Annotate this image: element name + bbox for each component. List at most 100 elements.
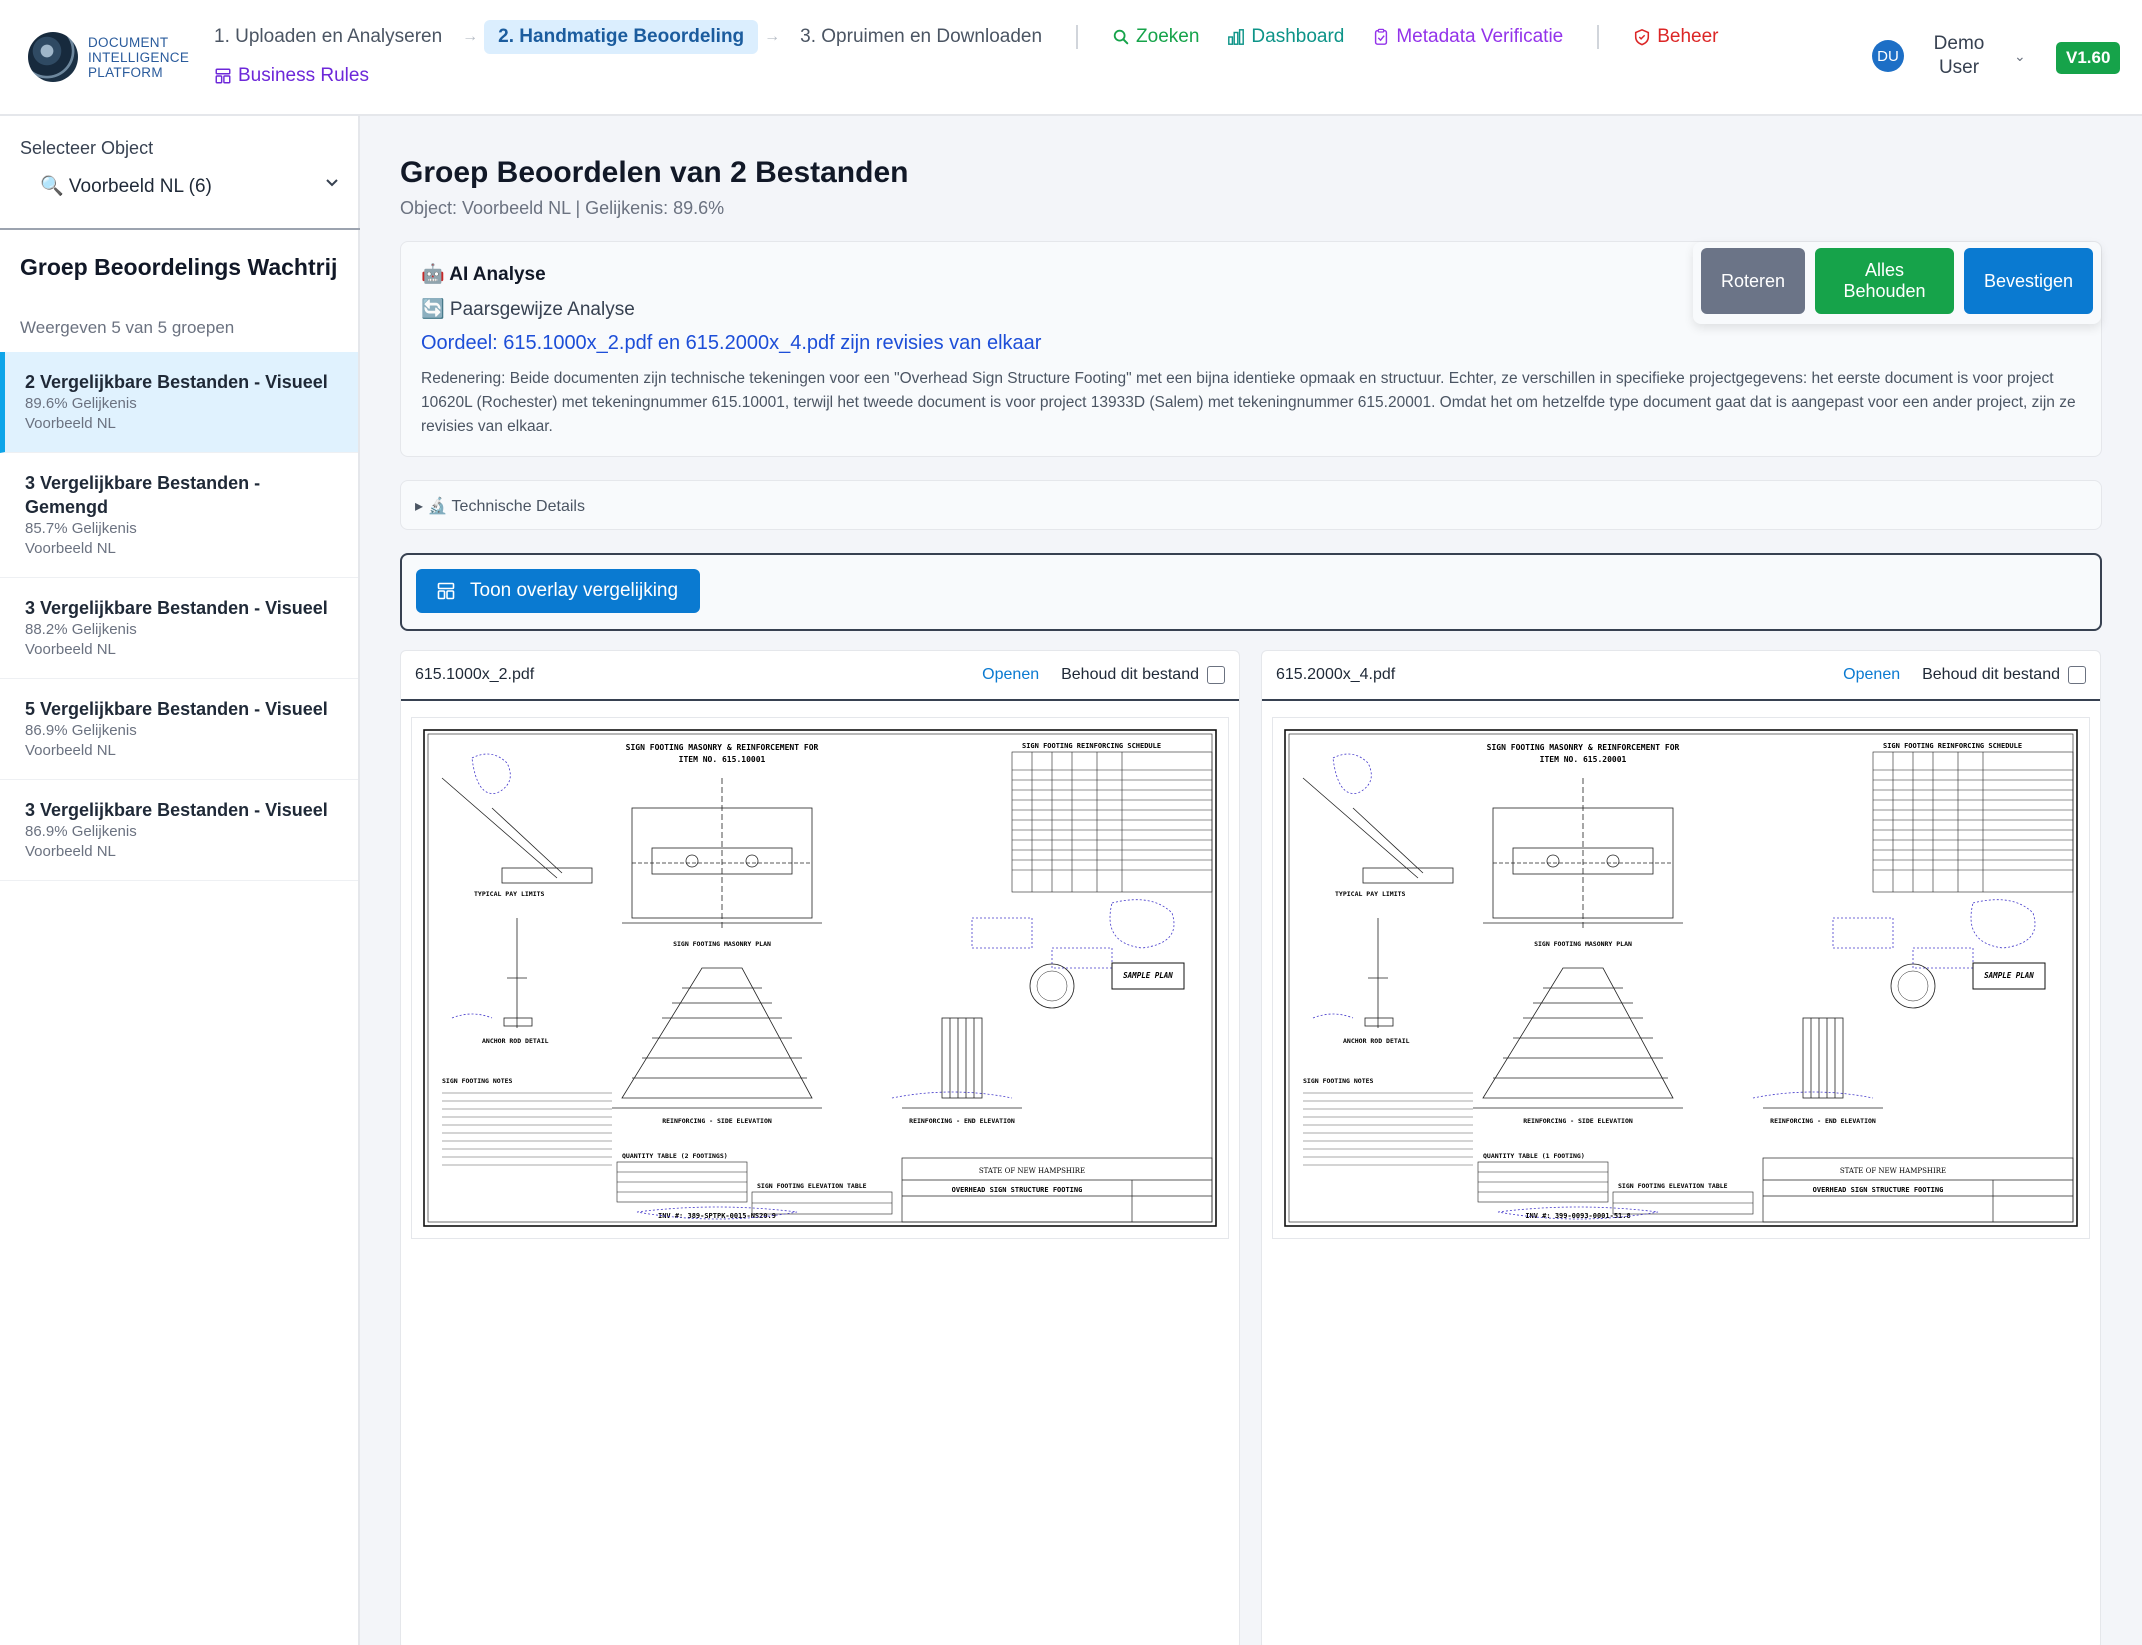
step-arrow-icon: → (462, 28, 479, 45)
action-buttons: Roteren Alles Behouden Bevestigen (1693, 242, 2101, 324)
drawing-preview[interactable]: TYPICAL PAY LIMITS SIGN FOOTING MASONRY … (411, 717, 1229, 1239)
group-object: Voorbeeld NL (25, 415, 116, 432)
page-title: Groep Beoordelen van 2 Bestanden (400, 156, 909, 189)
group-name: 3 Vergelijkbare Bestanden - Visueel (25, 598, 328, 618)
chevron-down-icon (324, 174, 340, 198)
group-object: Voorbeeld NL (25, 540, 116, 557)
version-badge: V1.60 (2056, 42, 2121, 74)
technical-details-toggle[interactable]: ▸ 🔬 Technische Details (400, 480, 2102, 530)
search-icon (1113, 29, 1129, 45)
chevron-down-icon: ⌄ (2014, 47, 2026, 64)
object-select[interactable]: 🔍 Voorbeeld NL (6) (40, 174, 340, 198)
rotate-button[interactable]: Roteren (1701, 248, 1806, 314)
group-similarity: 85.7% Gelijkenis (25, 520, 137, 537)
nav-separator (1076, 25, 1079, 49)
step-manual-review[interactable]: 2. Handmatige Beoordeling (484, 20, 759, 54)
queue-group-item[interactable]: 3 Vergelijkbare Bestanden - Visueel 86.9… (0, 780, 358, 881)
queue-group-item[interactable]: 2 Vergelijkbare Bestanden - Visueel 89.6… (0, 352, 358, 453)
group-similarity: 88.2% Gelijkenis (25, 621, 137, 638)
layout-icon (437, 582, 455, 600)
file-pane-header: 615.1000x_2.pdf Openen Behoud dit bestan… (401, 651, 1239, 701)
select-object-label: Selecteer Object (20, 138, 154, 158)
queue-group-item[interactable]: 5 Vergelijkbare Bestanden - Visueel 86.9… (0, 679, 358, 780)
elevation-table-title: SIGN FOOTING ELEVATION TABLE (757, 1182, 867, 1190)
drawing-sheet: TYPICAL PAY LIMITS SIGN FOOTING MASONRY … (423, 729, 1217, 1227)
quantity-table-title: QUANTITY TABLE (1 FOOTING) (1483, 1152, 1585, 1160)
elevation-table-title: SIGN FOOTING ELEVATION TABLE (1618, 1182, 1728, 1190)
show-overlay-button[interactable]: Toon overlay vergelijking (416, 569, 701, 613)
page-subtitle: Object: Voorbeeld NL | Gelijkenis: 89.6% (400, 198, 725, 218)
group-object: Voorbeeld NL (25, 641, 116, 658)
footing-notes-title: SIGN FOOTING NOTES (1303, 1077, 1374, 1085)
group-object: Voorbeeld NL (25, 843, 116, 860)
logo-swirl-icon (28, 32, 78, 82)
overlay-compare-section: Toon overlay vergelijking (400, 553, 2102, 631)
reinforcing-schedule-title: SIGN FOOTING REINFORCING SCHEDULE (1883, 742, 2022, 750)
logo-text: DOCUMENT INTELLIGENCE PLATFORM (88, 34, 190, 80)
review-sidebar: Selecteer Object 🔍 Voorbeeld NL (6) Groe… (0, 116, 360, 1645)
show-overlay-label: Toon overlay vergelijking (470, 580, 679, 601)
step-arrow-icon: → (764, 28, 781, 45)
nav-metadata-label: Metadata Verificatie (1396, 26, 1564, 47)
queue-list: 2 Vergelijkbare Bestanden - Visueel 89.6… (0, 352, 358, 881)
drawing-sheet: TYPICAL PAY LIMITS SIGN FOOTING MASONRY … (1284, 729, 2078, 1227)
shield-icon (1635, 28, 1650, 46)
step-upload-analyze[interactable]: 1. Uploaden en Analyseren (200, 20, 456, 54)
nav-metadata-link[interactable]: Metadata Verificatie (1358, 20, 1577, 54)
sample-plan-label: SAMPLE PLAN (1123, 971, 1173, 980)
anchor-rod-detail: ANCHOR ROD DETAIL (482, 1037, 549, 1045)
typical-pay-limits: TYPICAL PAY LIMITS (474, 890, 545, 898)
masonry-plan-title: SIGN FOOTING MASONRY PLAN (1534, 940, 1632, 948)
drawing-item-no: ITEM NO. 615.10001 (679, 755, 766, 764)
nav-search-label: Zoeken (1136, 26, 1200, 47)
reinforcing-schedule-title: SIGN FOOTING REINFORCING SCHEDULE (1022, 742, 1161, 750)
sample-plan-label: SAMPLE PLAN (1984, 971, 2034, 980)
step-cleanup-download[interactable]: 3. Opruimen en Downloaden (786, 20, 1056, 54)
confirm-button[interactable]: Bevestigen (1963, 248, 2093, 314)
file-pane: 615.1000x_2.pdf Openen Behoud dit bestan… (400, 650, 1240, 1645)
nav-search-link[interactable]: Zoeken (1098, 20, 1213, 54)
keep-all-button[interactable]: Alles Behouden (1815, 248, 1954, 314)
ai-analysis-title: 🤖 AI Analyse (421, 264, 546, 285)
group-similarity: 86.9% Gelijkenis (25, 722, 137, 739)
user-name: Demo User (1933, 33, 1985, 78)
app-logo[interactable]: DOCUMENT INTELLIGENCE PLATFORM (28, 32, 198, 82)
drawing-preview[interactable]: TYPICAL PAY LIMITS SIGN FOOTING MASONRY … (1272, 717, 2090, 1239)
avatar: DU (1872, 40, 1904, 72)
state-label: STATE OF NEW HAMPSHIRE (979, 1167, 1085, 1175)
queue-title: Groep Beoordelings Wachtrij (20, 254, 338, 280)
nav-business-rules-link[interactable]: Business Rules (214, 65, 369, 87)
open-file-link[interactable]: Openen (1843, 666, 1900, 684)
ai-verdict: Oordeel: 615.1000x_2.pdf en 615.2000x_4.… (421, 332, 1042, 354)
group-object: Voorbeeld NL (25, 742, 116, 759)
group-similarity: 89.6% Gelijkenis (25, 395, 137, 412)
top-navigation-bar: DOCUMENT INTELLIGENCE PLATFORM 1. Upload… (0, 0, 2142, 116)
group-name: 2 Vergelijkbare Bestanden - Visueel (25, 372, 328, 392)
quantity-table-title: QUANTITY TABLE (2 FOOTINGS) (622, 1152, 728, 1160)
drawing-title: SIGN FOOTING MASONRY & REINFORCEMENT FOR (1487, 743, 1680, 752)
pairwise-analysis-label: 🔄 Paarsgewijze Analyse (421, 299, 635, 320)
typical-pay-limits: TYPICAL PAY LIMITS (1335, 890, 1406, 898)
end-elevation-title: REINFORCING - END ELEVATION (1770, 1117, 1876, 1125)
queue-group-item[interactable]: 3 Vergelijkbare Bestanden - Gemengd 85.7… (0, 453, 358, 578)
side-elevation-title: REINFORCING - SIDE ELEVATION (662, 1117, 772, 1125)
keep-file-checkbox[interactable] (2068, 666, 2086, 684)
side-elevation-title: REINFORCING - SIDE ELEVATION (1523, 1117, 1633, 1125)
bar-chart-icon (1228, 29, 1245, 45)
review-main: Groep Beoordelen van 2 Bestanden Object:… (360, 116, 2142, 1645)
user-menu[interactable]: DU Demo User ⌄ (1872, 32, 2026, 80)
sidebar-divider (0, 228, 360, 230)
nav-admin-link[interactable]: Beheer (1619, 20, 1732, 54)
workflow-steps: 1. Uploaden en Analyseren → 2. Handmatig… (200, 20, 1733, 54)
keep-file-label: Behoud dit bestand (1922, 666, 2060, 683)
anchor-rod-detail: ANCHOR ROD DETAIL (1343, 1037, 1410, 1045)
file-pane: 615.2000x_4.pdf Openen Behoud dit bestan… (1261, 650, 2101, 1645)
nav-dashboard-link[interactable]: Dashboard (1213, 20, 1358, 54)
keep-file-label: Behoud dit bestand (1061, 666, 1199, 683)
open-file-link[interactable]: Openen (982, 666, 1039, 684)
queue-group-item[interactable]: 3 Vergelijkbare Bestanden - Visueel 88.2… (0, 578, 358, 679)
keep-file-checkbox[interactable] (1207, 666, 1225, 684)
ai-reasoning: Redenering: Beide documenten zijn techni… (421, 370, 2076, 435)
state-label: STATE OF NEW HAMPSHIRE (1840, 1167, 1946, 1175)
object-select-value: 🔍 Voorbeeld NL (6) (40, 176, 212, 197)
